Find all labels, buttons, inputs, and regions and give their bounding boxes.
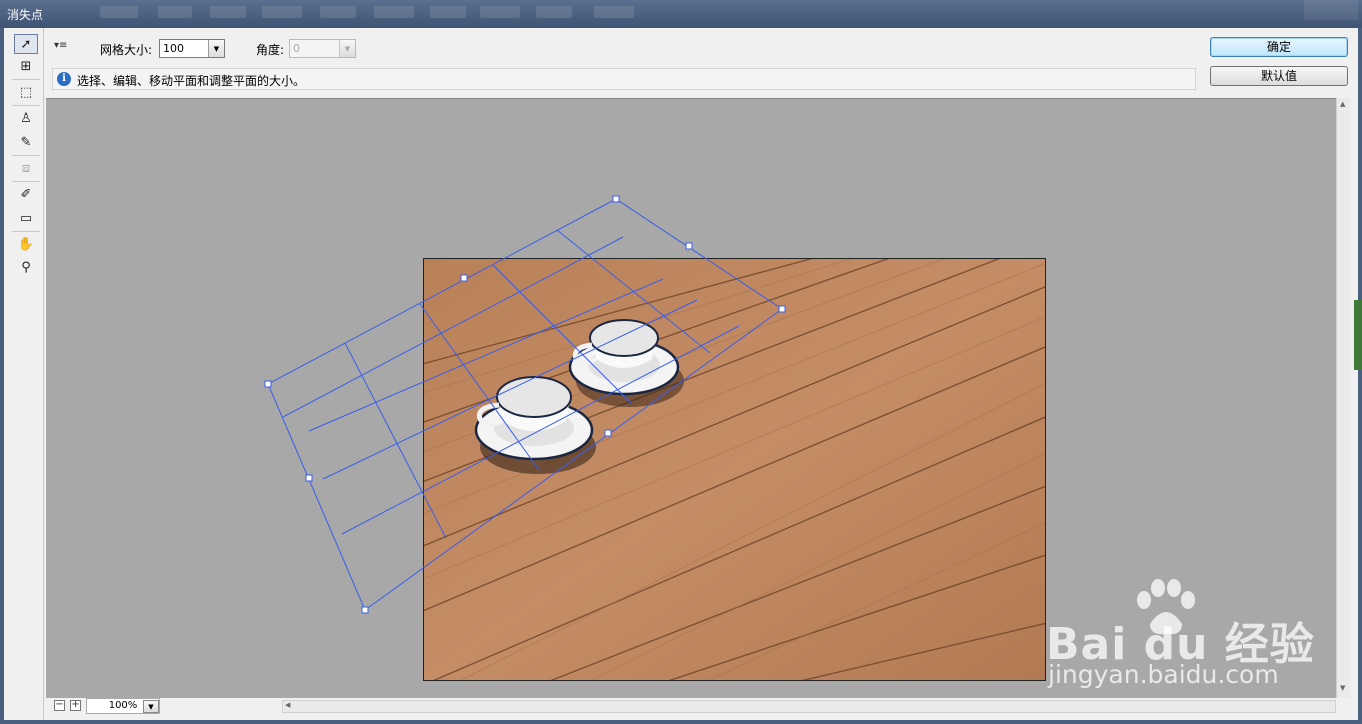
info-icon: i: [57, 72, 71, 86]
create-plane-tool-icon: ⊞: [20, 58, 32, 74]
tool-panel: ➚ ⊞ ⬚ ♙ ✎ ⧈ ✐ ▭ ✋ ⚲: [4, 28, 44, 720]
title-bar[interactable]: 消失点: [0, 0, 1362, 28]
zoom-tool[interactable]: ⚲: [14, 257, 38, 277]
title-bar-blur: [210, 6, 246, 18]
info-text: 选择、编辑、移动平面和调整平面的大小。: [77, 74, 306, 88]
vanishing-point-window: 消失点 ➚ ⊞ ⬚ ♙ ✎ ⧈ ✐ ▭ ✋ ⚲ ▾≡ 网格大小: 100 ▼ 角…: [0, 0, 1362, 724]
eyedropper-tool-icon: ✐: [20, 186, 32, 202]
eyedropper-tool[interactable]: ✐: [14, 184, 38, 204]
tool-divider: [12, 79, 40, 80]
stamp-tool[interactable]: ♙: [14, 108, 38, 128]
transform-tool[interactable]: ⧈: [14, 158, 38, 178]
grid-size-value: 100: [163, 42, 184, 55]
stamp-tool-icon: ♙: [20, 110, 32, 126]
title-bar-blur: [594, 6, 634, 18]
hand-tool-icon: ✋: [17, 236, 35, 252]
measure-tool-icon: ▭: [19, 210, 33, 226]
default-button[interactable]: 默认值: [1210, 66, 1348, 86]
tool-divider: [12, 231, 40, 232]
edit-plane-tool[interactable]: ➚: [14, 34, 38, 54]
info-bar: i 选择、编辑、移动平面和调整平面的大小。: [52, 68, 1196, 90]
scroll-up-icon[interactable]: ▲: [1340, 100, 1345, 108]
chevron-down-icon: ▼: [339, 40, 355, 57]
title-bar-blur: [158, 6, 192, 18]
grid-size-combo[interactable]: 100 ▼: [159, 39, 225, 58]
panel-menu-icon[interactable]: ▾≡: [54, 40, 67, 51]
window-edge-accent: [1354, 300, 1362, 370]
angle-combo[interactable]: 0 ▼: [289, 39, 356, 58]
zoom-in-button[interactable]: +: [70, 700, 81, 711]
create-plane-tool[interactable]: ⊞: [14, 56, 38, 76]
title-bar-blur: [262, 6, 302, 18]
title-bar-blur: [374, 6, 414, 18]
transform-tool-icon: ⧈: [21, 160, 31, 176]
tool-divider: [12, 155, 40, 156]
title-bar-blur: [320, 6, 356, 18]
title-bar-blur: [430, 6, 466, 18]
brush-tool[interactable]: ✎: [14, 132, 38, 152]
marquee-tool-icon: ⬚: [19, 84, 33, 100]
brush-tool-icon: ✎: [20, 134, 32, 150]
tool-divider: [12, 105, 40, 106]
zoom-tool-icon: ⚲: [21, 259, 31, 275]
grid-size-label: 网格大小:: [100, 43, 153, 57]
measure-tool[interactable]: ▭: [14, 208, 38, 228]
tool-divider: [12, 181, 40, 182]
window-controls[interactable]: [1304, 0, 1358, 20]
chevron-down-icon[interactable]: ▼: [208, 40, 224, 57]
window-title: 消失点: [7, 8, 44, 22]
hand-tool[interactable]: ✋: [14, 234, 38, 254]
title-bar-blur: [536, 6, 572, 18]
chevron-down-icon[interactable]: ▼: [143, 700, 159, 713]
watermark-url: jingyan.baidu.com: [1048, 660, 1279, 689]
horizontal-scrollbar[interactable]: ◀: [282, 700, 1336, 713]
zoom-out-button[interactable]: −: [54, 700, 65, 711]
angle-value: 0: [293, 42, 300, 55]
edit-plane-tool-icon: ➚: [20, 36, 32, 52]
status-bar: − + 100% ▼ ◀: [46, 698, 1350, 716]
title-bar-blur: [480, 6, 520, 18]
angle-label: 角度:: [256, 43, 285, 57]
scroll-left-icon[interactable]: ◀: [285, 701, 290, 709]
baidu-watermark: Bai du 经验 jingyan.baidu.com: [1046, 578, 1346, 689]
title-bar-blur: [100, 6, 138, 18]
marquee-tool[interactable]: ⬚: [14, 82, 38, 102]
ok-button[interactable]: 确定: [1210, 37, 1348, 57]
